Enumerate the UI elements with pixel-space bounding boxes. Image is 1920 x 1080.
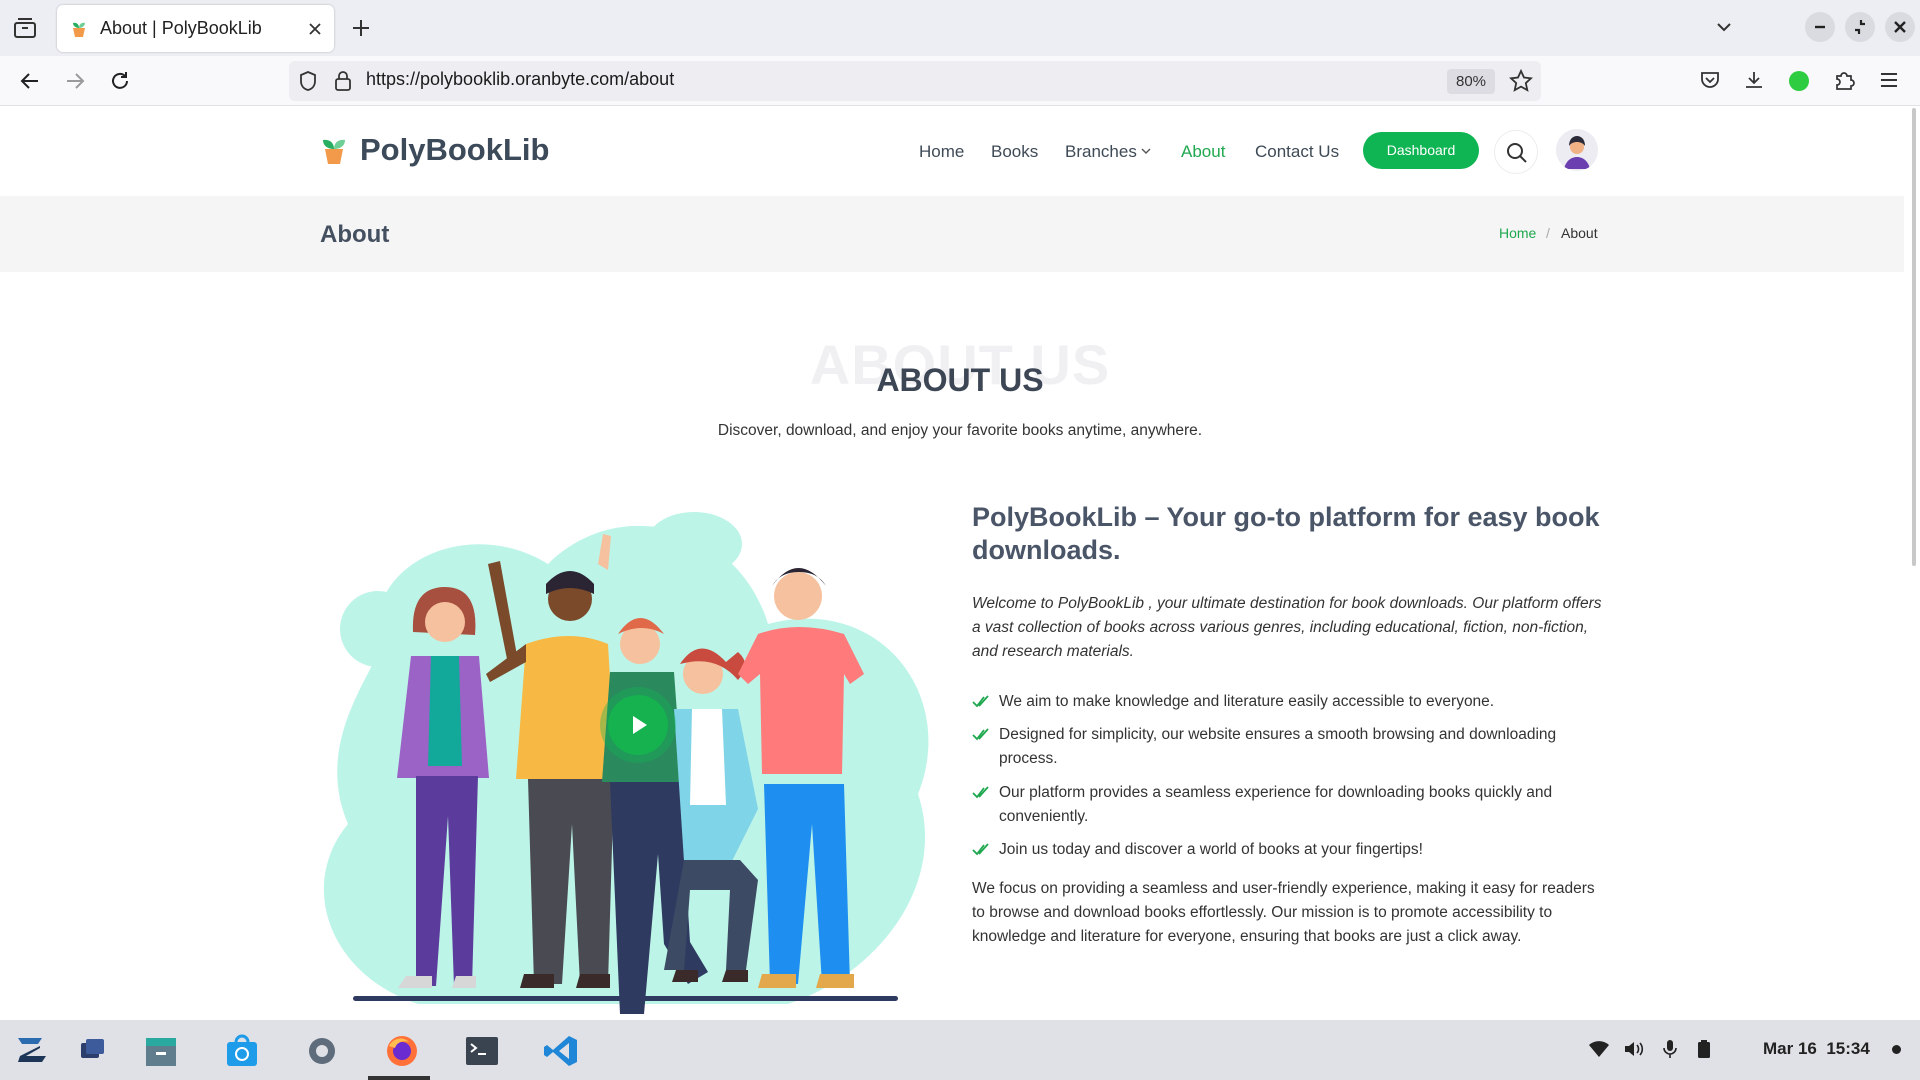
about-intro: Welcome to PolyBookLib , your ultimate d… <box>972 595 1602 660</box>
close-window-icon[interactable] <box>1885 12 1915 42</box>
page-title: About <box>320 221 390 248</box>
brand-name[interactable]: PolyBookLib <box>360 132 549 168</box>
about-heading: PolyBookLib – Your go-to platform for ea… <box>972 502 1600 565</box>
double-check-icon <box>972 728 990 742</box>
new-tab-icon[interactable] <box>350 17 372 39</box>
list-item: Join us today and discover a world of bo… <box>972 838 1602 862</box>
user-avatar[interactable] <box>1556 129 1598 171</box>
bookmark-star-icon[interactable] <box>1509 69 1533 93</box>
page-scrollbar[interactable] <box>1912 108 1916 566</box>
url-text[interactable]: https://polybooklib.oranbyte.com/about <box>366 69 674 90</box>
extensions-puzzle-icon[interactable] <box>1833 69 1855 91</box>
list-item: We aim to make knowledge and literature … <box>972 690 1602 714</box>
section-subtitle: Discover, download, and enjoy your favor… <box>717 422 1203 439</box>
list-item: Our platform provides a seamless experie… <box>972 781 1602 829</box>
volume-icon[interactable] <box>1623 1040 1645 1058</box>
back-arrow-icon[interactable] <box>19 70 41 92</box>
settings-gear-icon[interactable] <box>304 1034 340 1068</box>
double-check-icon <box>972 695 990 709</box>
search-button[interactable] <box>1494 130 1538 174</box>
firefox-app-icon[interactable] <box>384 1034 420 1068</box>
nav-books[interactable]: Books <box>991 142 1038 162</box>
nav-branches[interactable]: Branches <box>1065 142 1137 162</box>
pocket-icon[interactable] <box>1699 69 1721 91</box>
double-check-icon <box>972 843 990 857</box>
vscode-app-icon[interactable] <box>543 1034 579 1068</box>
list-item-text: Designed for simplicity, our website ens… <box>999 726 1557 767</box>
search-icon <box>1507 143 1527 163</box>
nav-about[interactable]: About <box>1181 142 1225 162</box>
list-item-text: Our platform provides a seamless experie… <box>999 784 1553 825</box>
list-item-text: We aim to make knowledge and literature … <box>999 693 1495 710</box>
tracking-shield-icon[interactable] <box>298 70 318 92</box>
nav-home[interactable]: Home <box>919 142 964 162</box>
terminal-app-icon[interactable] <box>464 1034 500 1068</box>
tab-list-chevron-icon[interactable] <box>1714 17 1734 37</box>
workspaces-icon[interactable] <box>78 1034 108 1064</box>
taskbar-clock[interactable]: Mar 16 15:34 <box>1763 1039 1870 1059</box>
nav-contact[interactable]: Contact Us <box>1255 142 1339 162</box>
play-icon <box>633 716 647 734</box>
list-item-text: Join us today and discover a world of bo… <box>999 841 1423 858</box>
lock-icon[interactable] <box>334 70 352 92</box>
wifi-icon[interactable] <box>1588 1040 1610 1058</box>
taskbar-date: Mar 16 <box>1763 1039 1817 1058</box>
double-check-icon <box>972 786 990 800</box>
page-title-bar <box>0 196 1904 272</box>
zoom-level-badge[interactable]: 80% <box>1447 69 1495 94</box>
breadcrumb-home[interactable]: Home <box>1499 225 1536 241</box>
reload-icon[interactable] <box>109 70 131 92</box>
notification-dot-icon[interactable] <box>1892 1045 1901 1054</box>
minimize-window-icon[interactable] <box>1805 12 1835 42</box>
software-store-icon[interactable] <box>224 1034 260 1068</box>
brand-logo-icon[interactable] <box>320 136 348 166</box>
battery-icon[interactable] <box>1697 1040 1711 1058</box>
tab-close-icon[interactable] <box>308 22 322 36</box>
tab-title: About | PolyBookLib <box>100 18 262 38</box>
hamburger-menu-icon[interactable] <box>1879 70 1899 90</box>
list-item: Designed for simplicity, our website ens… <box>972 723 1602 771</box>
firefox-active-indicator <box>368 1076 430 1080</box>
browser-tab-active[interactable]: About | PolyBookLib <box>57 5 334 52</box>
web-page: PolyBookLib Home Books Branches About Co… <box>0 106 1904 1020</box>
branches-chevron-down-icon[interactable] <box>1140 145 1152 157</box>
tab-overview-icon[interactable] <box>13 17 37 39</box>
section-title: ABOUT US <box>876 362 1044 398</box>
forward-arrow-icon[interactable] <box>64 70 86 92</box>
about-paragraph: We focus on providing a seamless and use… <box>972 880 1595 945</box>
files-app-icon[interactable] <box>143 1034 179 1068</box>
video-play-button[interactable] <box>600 687 676 763</box>
dashboard-button[interactable]: Dashboard <box>1363 132 1479 169</box>
breadcrumb-separator: / <box>1546 225 1550 241</box>
microphone-icon[interactable] <box>1662 1039 1678 1059</box>
tab-favicon-icon <box>70 20 88 38</box>
restore-window-icon[interactable] <box>1845 12 1875 42</box>
taskbar-time: 15:34 <box>1826 1039 1870 1058</box>
breadcrumb-current: About <box>1561 225 1598 241</box>
zorin-menu-icon[interactable] <box>12 1034 48 1066</box>
downloads-icon[interactable] <box>1743 69 1765 91</box>
extension-status-icon[interactable] <box>1789 71 1809 91</box>
